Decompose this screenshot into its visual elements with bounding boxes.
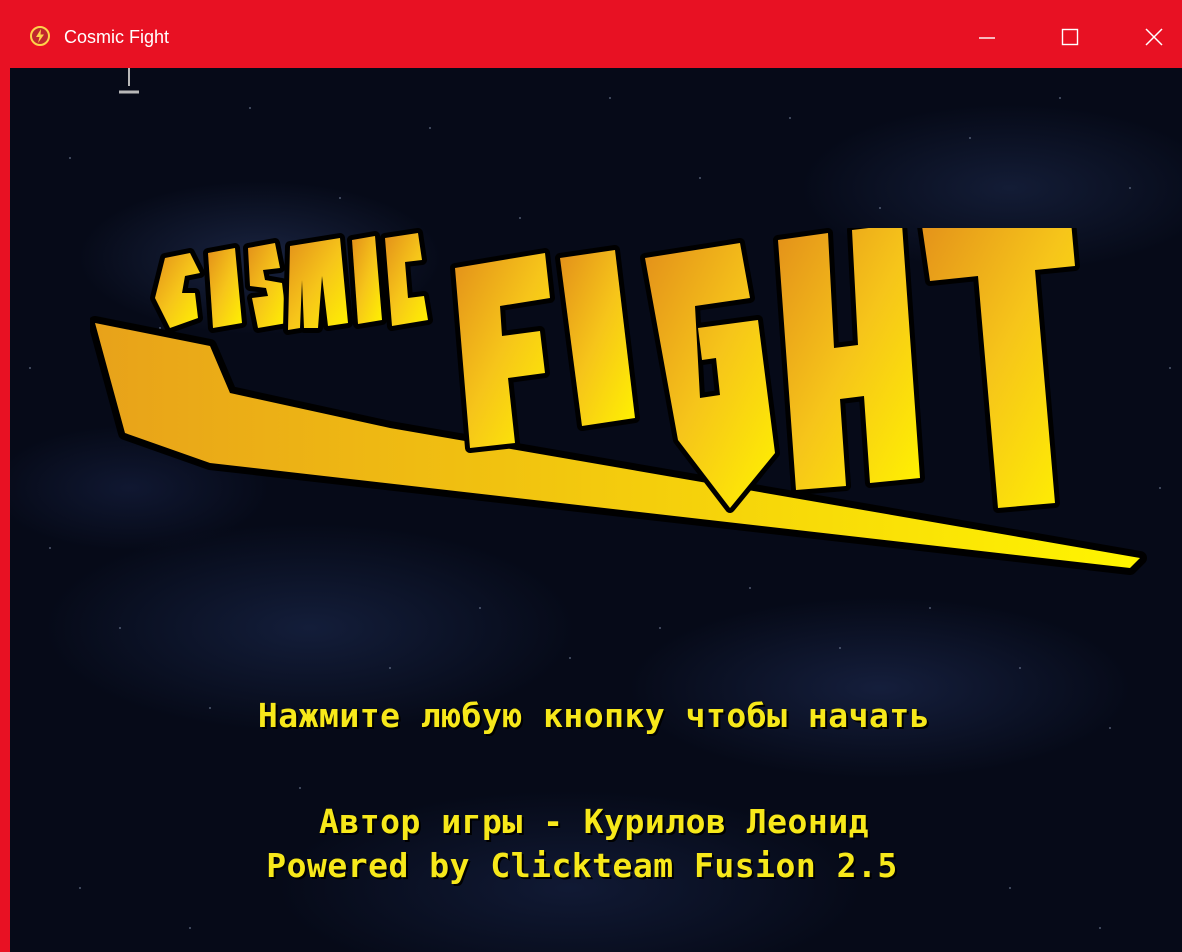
minimize-icon (979, 37, 995, 39)
game-logo (90, 228, 1147, 575)
flash-icon (30, 26, 50, 46)
press-any-key-prompt: Нажмите любую кнопку чтобы начать (257, 696, 931, 735)
minimize-button[interactable] (958, 12, 1014, 62)
maximize-button[interactable] (1042, 12, 1098, 62)
maximize-icon (1061, 28, 1079, 46)
game-canvas[interactable]: Нажмите любую кнопку чтобы начать Автор … (10, 68, 1182, 952)
engine-credit: Powered by Clickteam Fusion 2.5 (266, 846, 898, 885)
author-credit: Автор игры - Курилов Леонид (319, 802, 869, 841)
close-button[interactable] (1126, 12, 1182, 62)
window-title: Cosmic Fight (64, 27, 170, 47)
close-icon (1145, 28, 1163, 46)
text-cursor-icon (119, 68, 139, 94)
title-bar[interactable]: Cosmic Fight (0, 0, 1182, 68)
game-window: Cosmic Fight Нажмите любую кнопку чтобы … (0, 0, 1182, 952)
